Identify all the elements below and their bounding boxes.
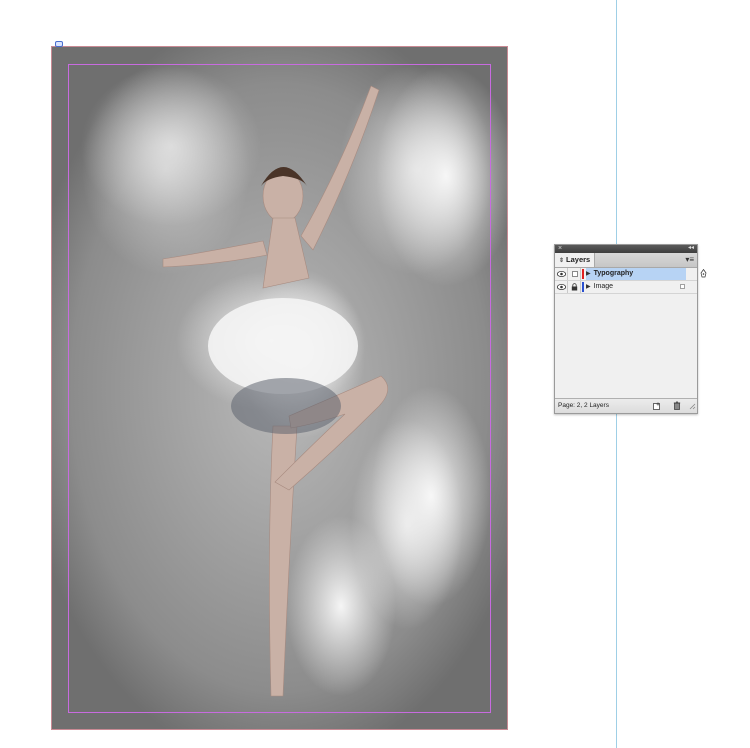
layer-color-swatch <box>582 282 584 292</box>
pen-target-icon[interactable] <box>700 268 707 282</box>
lock-icon[interactable] <box>569 281 581 293</box>
lock-toggle[interactable] <box>569 268 581 280</box>
footer-status: Page: 2, 2 Layers <box>558 402 609 409</box>
layer-color-swatch <box>582 269 584 279</box>
tab-arrows-icon: ⇕ <box>559 258 565 264</box>
layer-name[interactable]: ▶ Typography <box>586 268 707 280</box>
eye-icon[interactable] <box>556 281 568 293</box>
layer-selection-square[interactable] <box>680 284 685 289</box>
tab-label: Layers <box>566 255 591 264</box>
new-layer-icon[interactable] <box>652 401 661 410</box>
panel-menu-icon[interactable]: ▾≡ <box>685 254 694 266</box>
panel-tabbar: ⇕ Layers ▾≡ <box>555 253 697 268</box>
panel-footer: Page: 2, 2 Layers <box>555 398 697 413</box>
resize-grip-icon[interactable] <box>688 402 696 412</box>
frame-handle-icon[interactable] <box>55 41 63 47</box>
disclosure-triangle-icon[interactable]: ▶ <box>586 271 591 277</box>
layers-panel: × ◂◂ ⇕ Layers ▾≡ ▶ Typography ▶ Image Pa… <box>554 244 707 414</box>
eye-icon[interactable] <box>556 268 568 280</box>
collapse-icon[interactable]: ◂◂ <box>688 244 694 253</box>
placed-image[interactable] <box>51 46 508 730</box>
panel-titlebar[interactable]: × ◂◂ <box>555 245 697 253</box>
disclosure-triangle-icon[interactable]: ▶ <box>586 284 591 290</box>
close-icon[interactable]: × <box>558 244 562 253</box>
layer-row-image[interactable]: ▶ Image <box>555 281 697 294</box>
layer-name[interactable]: ▶ Image <box>586 281 686 293</box>
trash-icon[interactable] <box>672 401 681 410</box>
layer-row-typography[interactable]: ▶ Typography <box>555 268 707 281</box>
tab-layers[interactable]: ⇕ Layers <box>555 253 596 267</box>
